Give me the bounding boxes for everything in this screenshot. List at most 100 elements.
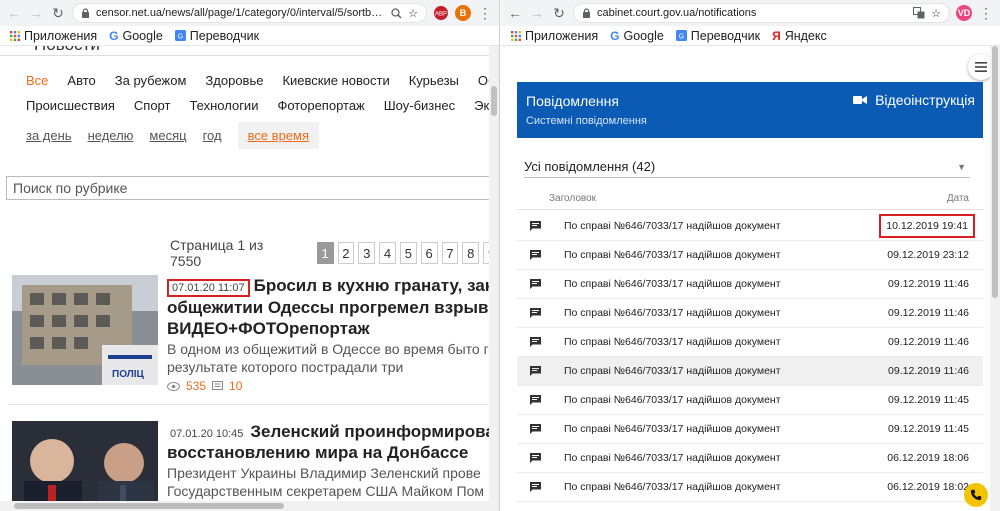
period-week[interactable]: неделю — [88, 128, 134, 143]
views-count: 535 — [186, 379, 207, 393]
left-browser-toolbar: ← → ↻ censor.net.ua/news/all/page/1/cate… — [0, 0, 499, 26]
table-row[interactable]: По справі №646/7033/17 надійшов документ… — [517, 357, 983, 386]
page-button[interactable]: 2 — [337, 242, 355, 264]
row-date: 06.12.2019 18:06 — [887, 452, 969, 464]
table-row[interactable]: По справі №646/7033/17 надійшов документ… — [517, 299, 983, 328]
table-row[interactable]: По справі №646/7033/17 надійшов документ… — [517, 328, 983, 357]
lock-icon — [81, 8, 90, 18]
address-bar[interactable]: cabinet.court.gov.ua/notifications ☆ — [573, 3, 950, 23]
period-year[interactable]: год — [203, 128, 222, 143]
callback-phone-button[interactable] — [964, 483, 988, 507]
page-button[interactable]: 4 — [379, 242, 396, 264]
category-health[interactable]: Здоровье — [205, 73, 263, 88]
category-photo[interactable]: Фоторепортаж — [277, 98, 364, 113]
reload-icon[interactable]: ↻ — [551, 5, 567, 21]
news-meta: 535 10 — [167, 379, 499, 393]
period-all-time[interactable]: все время — [237, 121, 320, 149]
category-all[interactable]: Все — [26, 73, 48, 88]
category-sport[interactable]: Спорт — [134, 98, 171, 113]
bookmark-label: Приложения — [525, 28, 599, 43]
bookmark-star-icon[interactable]: ☆ — [931, 7, 941, 20]
table-row[interactable]: По справі №646/7033/17 надійшов документ… — [517, 241, 983, 270]
category-kyiv[interactable]: Киевские новости — [282, 73, 389, 88]
row-title: По справі №646/7033/17 надійшов документ — [564, 307, 781, 319]
row-date: 10.12.2019 19:41 — [879, 214, 975, 238]
message-icon — [530, 424, 541, 434]
reload-icon[interactable]: ↻ — [50, 5, 66, 21]
profile-avatar[interactable]: VD — [956, 5, 972, 21]
news-title[interactable]: Зеленский проинформировал — [250, 422, 499, 441]
period-day[interactable]: за день — [26, 128, 72, 143]
table-row[interactable]: По справі №646/7033/17 надійшов документ… — [517, 212, 983, 241]
category-curious[interactable]: Курьезы — [409, 73, 459, 88]
bookmark-google[interactable]: G Google — [610, 29, 664, 43]
more-menu-icon[interactable]: ⋮ — [978, 5, 994, 21]
back-icon[interactable]: ← — [6, 5, 22, 21]
category-tech[interactable]: Технологии — [189, 98, 258, 113]
table-row[interactable]: По справі №646/7033/17 надійшов документ… — [517, 415, 983, 444]
table-row[interactable]: По справі №646/7033/17 надійшов документ… — [517, 386, 983, 415]
bookmark-apps[interactable]: Приложения — [10, 29, 97, 43]
back-icon[interactable]: ← — [507, 5, 523, 21]
category-menu: Все Авто За рубежом Здоровье Киевские но… — [26, 68, 499, 118]
period-month[interactable]: месяц — [149, 128, 186, 143]
zoom-icon[interactable] — [391, 7, 402, 19]
address-bar[interactable]: censor.net.ua/news/all/page/1/category/0… — [72, 3, 427, 23]
page-button[interactable]: 8 — [462, 242, 480, 264]
news-title-cont[interactable]: восстановлению мира на Донбассе — [167, 442, 499, 463]
news-title[interactable]: Бросил в кухню гранату, закр — [254, 276, 499, 295]
page-button[interactable]: 7 — [441, 242, 459, 264]
bookmarks-bar: Приложения G Google G Переводчик Я Яндек… — [501, 26, 1000, 46]
news-thumbnail[interactable]: ПОЛІЦ — [12, 275, 158, 385]
page-button[interactable]: 6 — [420, 242, 438, 264]
bookmark-translate[interactable]: G Переводчик — [675, 29, 760, 43]
news-title-cont[interactable]: общежитии Одессы прогремел взрыв, ВИДЕО+… — [167, 297, 499, 339]
column-date-header[interactable]: Дата — [947, 193, 969, 204]
pagination: Страница 1 из 7550 1 2 3 4 5 6 7 8 9 — [170, 237, 499, 269]
svg-text:G: G — [178, 34, 183, 41]
bookmark-google[interactable]: G Google — [109, 29, 163, 43]
rubric-search-input[interactable]: Поиск по рубрике — [6, 176, 499, 200]
left-vertical-scrollbar[interactable] — [489, 46, 499, 501]
scroll-thumb[interactable] — [14, 503, 284, 509]
table-row[interactable]: По справі №646/7033/17 надійшов документ… — [517, 444, 983, 473]
bookmark-star-icon[interactable]: ☆ — [408, 7, 418, 20]
page-button[interactable]: 3 — [358, 242, 376, 264]
left-horizontal-scrollbar[interactable] — [0, 501, 499, 511]
table-row[interactable]: По справі №646/7033/17 надійшов документ… — [517, 473, 983, 502]
message-icon — [530, 366, 541, 376]
phone-icon — [970, 489, 982, 501]
more-menu-icon[interactable]: ⋮ — [477, 5, 493, 21]
translate-page-icon[interactable] — [913, 7, 925, 19]
category-abroad[interactable]: За рубежом — [115, 73, 187, 88]
category-showbiz[interactable]: Шоу-бизнес — [384, 98, 455, 113]
bookmark-yandex[interactable]: Я Яндекс — [772, 29, 827, 43]
police-car-text: ПОЛІЦ — [112, 369, 145, 380]
page-button[interactable]: 1 — [316, 242, 334, 264]
bookmark-label: Приложения — [24, 28, 98, 43]
apps-grid-icon — [511, 30, 521, 41]
bookmark-translate[interactable]: G Переводчик — [174, 29, 259, 43]
page-button[interactable]: 5 — [399, 242, 417, 264]
notification-filter-select[interactable]: Усі повідомлення (42) ▼ — [524, 156, 970, 178]
bookmark-label: Google — [623, 28, 664, 43]
news-thumbnail[interactable] — [12, 421, 158, 511]
news-date: 07.01.20 11:07 — [167, 279, 250, 297]
profile-avatar[interactable]: B — [455, 5, 471, 21]
row-title: По справі №646/7033/17 надійшов документ — [564, 336, 781, 348]
video-instruction-link[interactable]: Відеоінструкція — [853, 92, 975, 108]
forward-icon[interactable]: → — [529, 5, 545, 21]
right-vertical-scrollbar[interactable] — [990, 46, 1000, 511]
video-camera-icon — [853, 95, 868, 105]
comments-count[interactable]: 10 — [229, 379, 242, 393]
scroll-thumb[interactable] — [491, 86, 497, 116]
scroll-thumb[interactable] — [992, 46, 998, 298]
table-row[interactable]: По справі №646/7033/17 надійшов документ… — [517, 270, 983, 299]
category-auto[interactable]: Авто — [67, 73, 95, 88]
category-incidents[interactable]: Происшествия — [26, 98, 115, 113]
extension-icon[interactable]: ABP — [433, 5, 449, 21]
bookmark-apps[interactable]: Приложения — [511, 29, 598, 43]
column-title-header[interactable]: Заголовок — [549, 193, 596, 204]
bookmarks-bar: Приложения G Google G Переводчик — [0, 26, 499, 46]
forward-icon[interactable]: → — [28, 5, 44, 21]
